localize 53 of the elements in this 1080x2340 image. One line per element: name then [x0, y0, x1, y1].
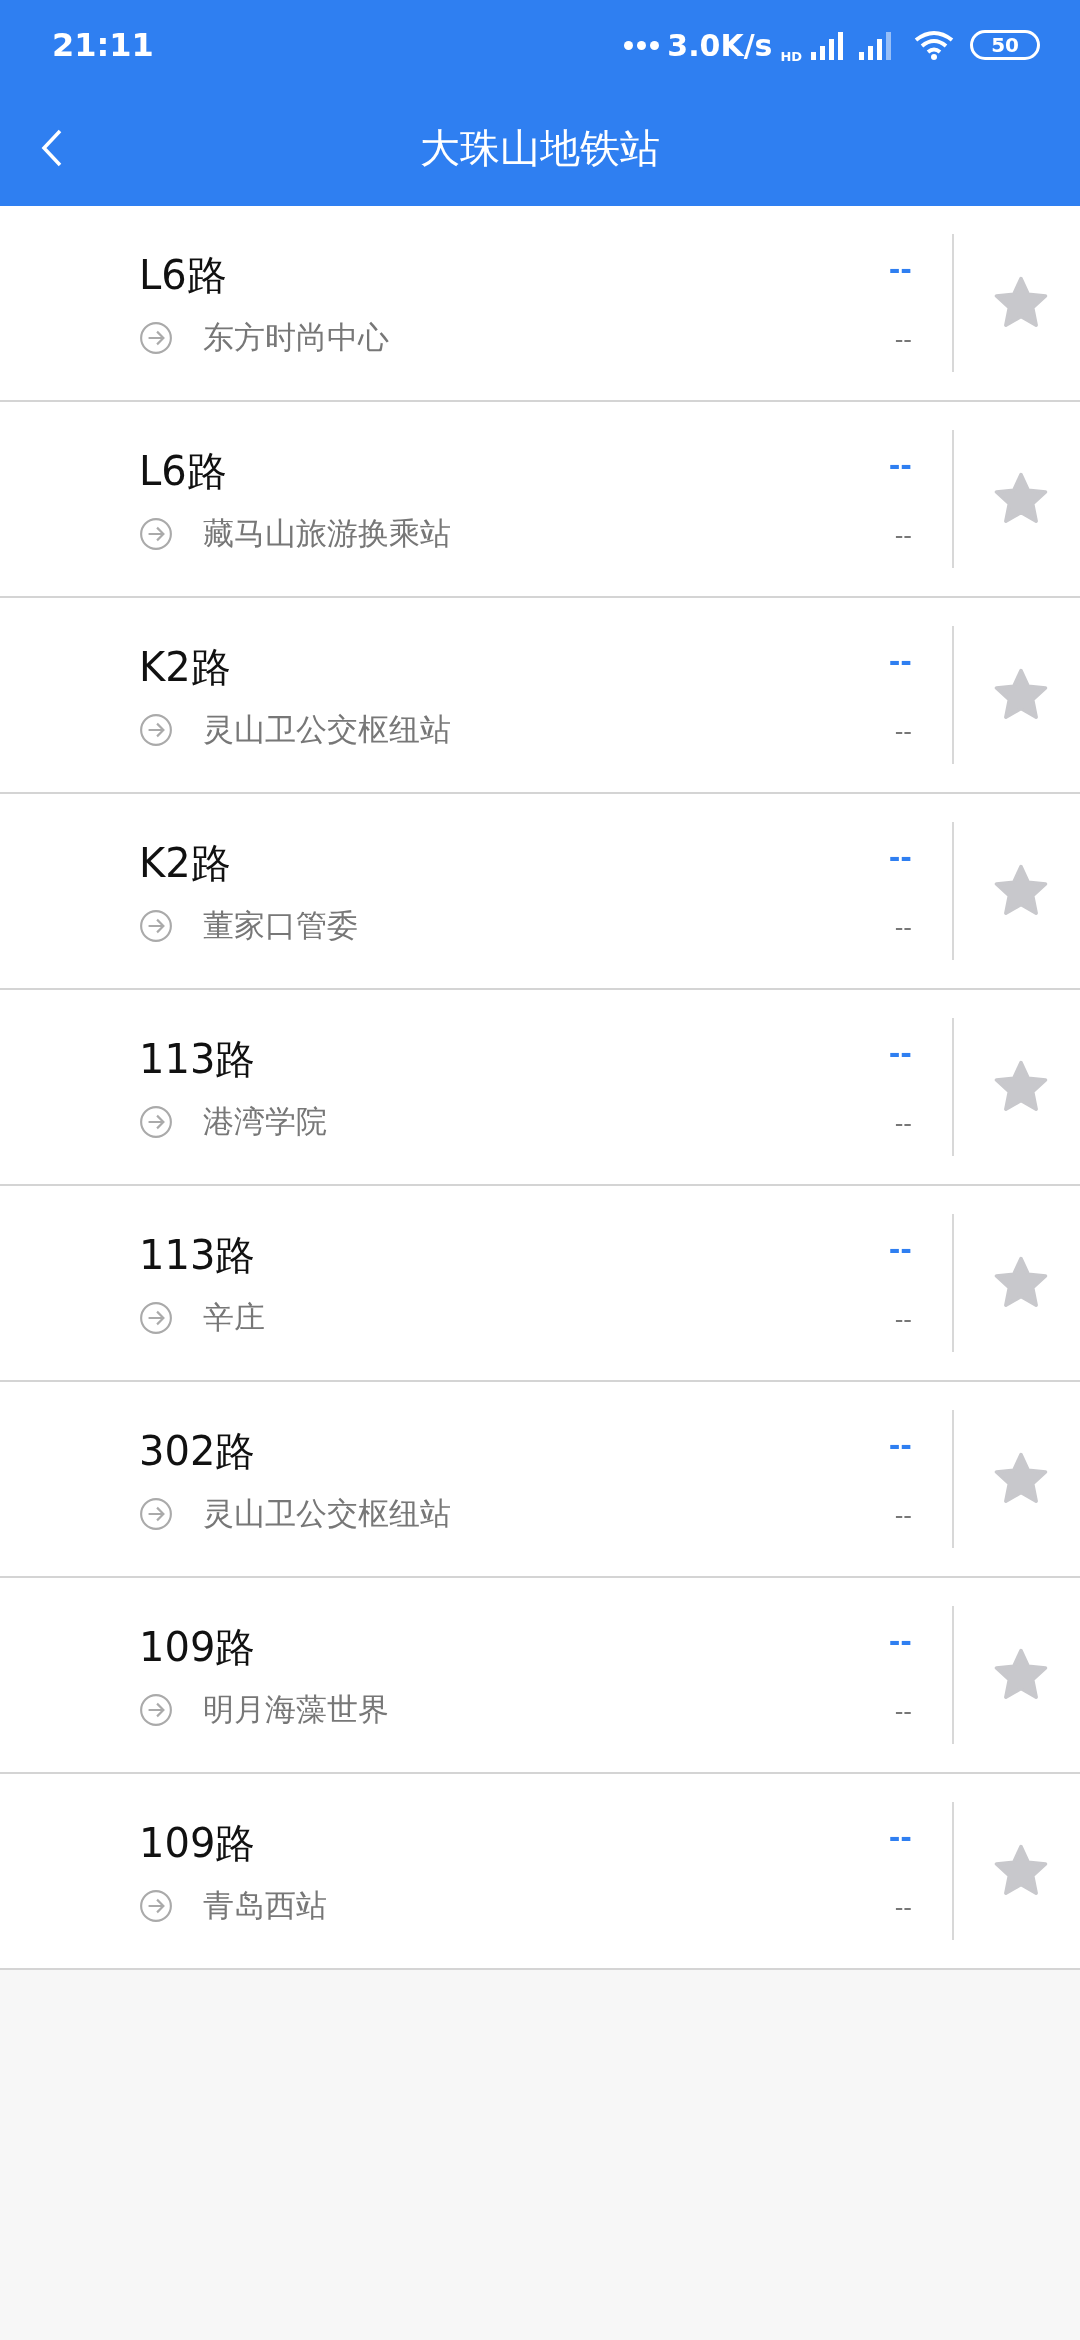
- destination-name: 青岛西站: [203, 1885, 327, 1925]
- distance-text: --: [894, 1501, 912, 1530]
- arrow-circle-icon: [139, 1300, 173, 1335]
- destination-name: 港湾学院: [203, 1101, 327, 1141]
- distance-text: --: [894, 325, 912, 354]
- route-name: 109路: [139, 1818, 257, 1868]
- route-name: 109路: [139, 1622, 257, 1672]
- distance-text: --: [894, 1305, 912, 1334]
- clock-time: 21:11: [52, 26, 154, 64]
- route-name: 113路: [139, 1034, 257, 1084]
- distance-text: --: [894, 1893, 912, 1922]
- route-name: L6路: [139, 250, 228, 300]
- destination-name: 董家口管委: [203, 905, 358, 945]
- distance-text: --: [894, 521, 912, 550]
- arrow-circle-icon: [139, 320, 173, 355]
- destination-name: 明月海藻世界: [203, 1689, 389, 1729]
- arrow-circle-icon: [139, 1104, 173, 1139]
- arrow-circle-icon: [139, 1496, 173, 1531]
- destination-name: 灵山卫公交枢纽站: [203, 1493, 451, 1533]
- destination-name: 灵山卫公交枢纽站: [203, 709, 451, 749]
- page-title: 大珠山地铁站: [420, 123, 660, 173]
- network-type: HD: [780, 48, 803, 64]
- destination-name: 东方时尚中心: [203, 317, 389, 357]
- distance-text: --: [894, 717, 912, 746]
- route-name: K2路: [139, 642, 232, 692]
- arrow-circle-icon: [139, 712, 173, 747]
- arrival-time: --: [888, 252, 912, 286]
- arrival-time: --: [888, 1820, 912, 1854]
- destination-name: 藏马山旅游换乘站: [203, 513, 451, 553]
- arrival-time: --: [888, 840, 912, 874]
- arrival-time: --: [888, 1036, 912, 1070]
- wifi-icon: [914, 30, 955, 60]
- battery-icon: 50: [970, 30, 1040, 60]
- route-name: 113路: [139, 1230, 257, 1280]
- arrival-time: --: [888, 1428, 912, 1462]
- route-name: L6路: [139, 446, 228, 496]
- arrow-circle-icon: [139, 1888, 173, 1923]
- arrow-circle-icon: [139, 516, 173, 551]
- arrow-circle-icon: [139, 1692, 173, 1727]
- distance-text: --: [894, 1697, 912, 1726]
- arrival-time: --: [888, 644, 912, 678]
- arrival-time: --: [888, 448, 912, 482]
- destination-name: 辛庄: [203, 1297, 265, 1337]
- route-name: K2路: [139, 838, 232, 888]
- dots-icon: [624, 40, 660, 50]
- arrow-circle-icon: [139, 908, 173, 943]
- distance-text: --: [894, 1109, 912, 1138]
- distance-text: --: [894, 913, 912, 942]
- network-speed: 3.0K/s: [667, 27, 773, 63]
- route-name: 302路: [139, 1426, 257, 1476]
- back-icon[interactable]: [40, 128, 64, 168]
- arrival-time: --: [888, 1232, 912, 1266]
- arrival-time: --: [888, 1624, 912, 1658]
